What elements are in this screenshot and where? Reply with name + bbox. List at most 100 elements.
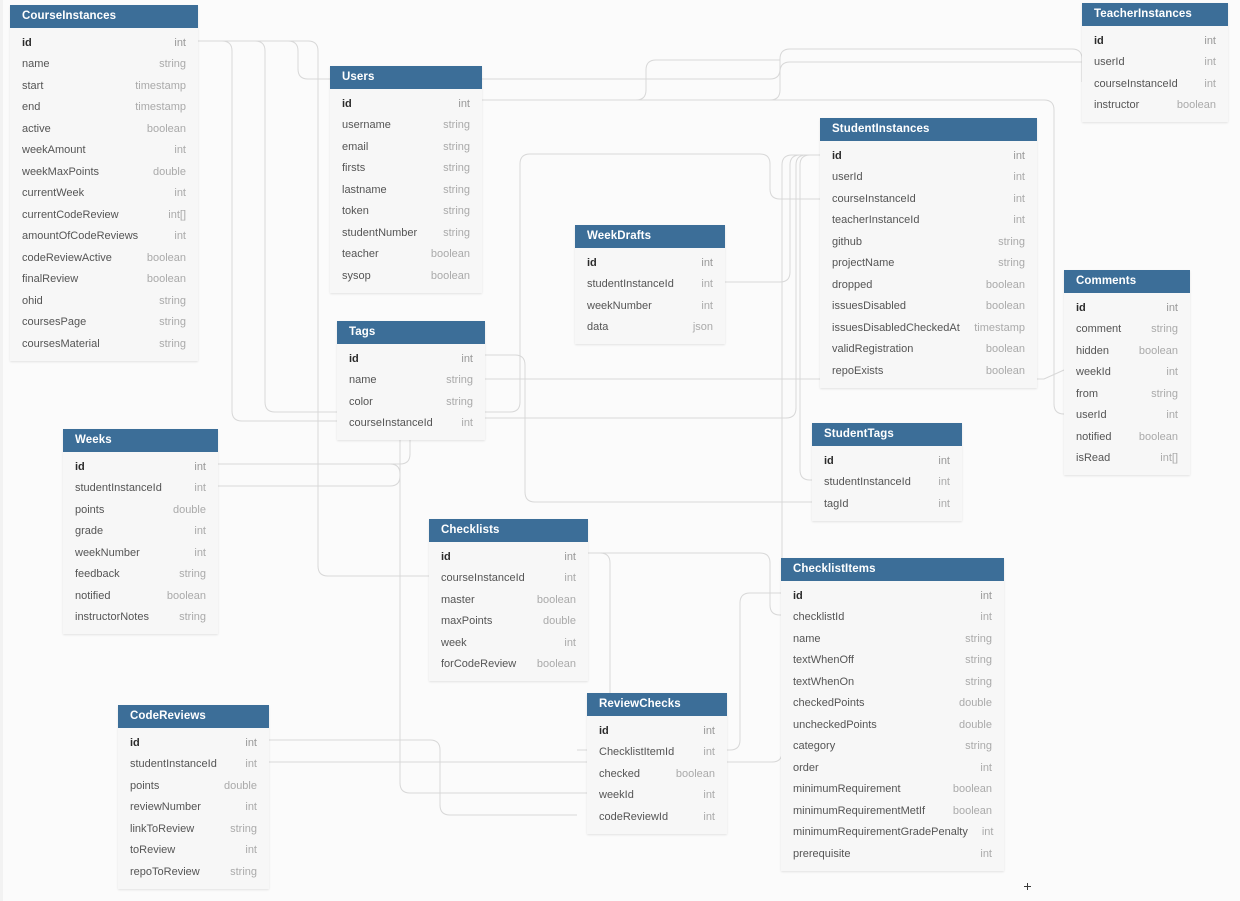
entity-table[interactable]: ReviewChecks id int ChecklistItemId int check… [587,693,727,834]
field-name: id [587,256,597,269]
field-row: currentWeek int [10,183,198,205]
entity-table[interactable]: WeekDrafts id int studentInstanceId int weekN… [575,225,725,344]
field-row: checkedPoints double [781,693,1004,715]
entity-table[interactable]: ChecklistItems id int checklistId int name str… [781,558,1004,871]
field-name: validRegistration [832,343,914,356]
field-type: timestamp [135,101,186,114]
entity-table[interactable]: Checklists id int courseInstanceId int master… [429,519,588,681]
field-row: issuesDisabledCheckedAt timestamp [820,317,1037,339]
entity-field-list: id int userId int courseInstanceId int instruc… [1082,26,1228,122]
field-name: notified [1076,430,1112,443]
field-row: from string [1064,383,1190,405]
field-type: string [230,822,257,835]
field-type: boolean [985,300,1025,313]
cursor-marker [1024,883,1031,890]
field-type: int [461,352,473,365]
field-type: int [194,525,206,538]
field-row: comment string [1064,319,1190,341]
field-name: weekNumber [587,299,652,312]
field-row: courseInstanceId int [1082,73,1228,95]
field-name: ohid [22,294,43,307]
entity-table[interactable]: Users id int username string email string first… [330,66,482,293]
field-name: reviewNumber [130,801,201,814]
field-name: tagId [824,497,849,510]
primary-key-field-row: id int [10,32,198,54]
field-row: email string [330,136,482,158]
field-name: lastname [342,183,387,196]
entity-table-title: StudentTags [812,423,962,446]
primary-key-field-row: id int [587,720,727,742]
field-row: minimumRequirementMetIf boolean [781,800,1004,822]
field-name: minimumRequirementGradePenalty [793,826,968,839]
primary-key-field-row: id int [812,450,962,472]
field-name: forCodeReview [441,658,517,671]
entity-table[interactable]: StudentTags id int studentInstanceId int tagI… [812,423,962,521]
entity-table[interactable]: TeacherInstances id int userId int courseInst… [1082,3,1228,122]
field-name: color [349,395,373,408]
field-type: double [958,697,992,710]
field-name: order [793,761,819,774]
primary-key-field-row: id int [337,348,485,370]
field-type: boolean [675,767,715,780]
entity-table[interactable]: StudentInstances id int userId int courseInst… [820,118,1037,388]
field-row: textWhenOff string [781,650,1004,672]
field-type: string [446,374,473,387]
entity-table[interactable]: Tags id int name string color string courseInst… [337,321,485,440]
field-type: boolean [536,593,576,606]
field-type: int [174,230,186,243]
primary-key-field-row: id int [820,145,1037,167]
field-type: string [159,316,186,329]
field-name: courseInstanceId [1094,77,1178,90]
field-type: boolean [985,364,1025,377]
field-row: reviewNumber int [118,797,269,819]
primary-key-field-row: id int [781,585,1004,607]
field-name: notified [75,589,111,602]
field-type: int [194,460,206,473]
field-name: weekId [599,789,634,802]
field-row: codeReviewActive boolean [10,247,198,269]
field-name: hidden [1076,344,1110,357]
field-type: boolean [146,251,186,264]
field-name: end [22,101,41,114]
field-name: week [441,636,467,649]
field-type: double [172,503,206,516]
entity-table[interactable]: CourseInstances id int name string start times… [10,5,198,361]
field-type: int [245,736,257,749]
field-name: sysop [342,269,371,282]
field-name: toReview [130,844,176,857]
field-type: int [981,826,994,839]
field-name: master [441,593,475,606]
field-name: instructorNotes [75,611,149,624]
erd-canvas[interactable]: CourseInstances id int name string start times… [0,0,1240,901]
field-name: start [22,79,44,92]
field-type: string [443,183,470,196]
field-type: string [443,119,470,132]
primary-key-field-row: id int [63,456,218,478]
field-type: int [701,278,713,291]
primary-key-field-row: id int [575,252,725,274]
field-name: id [1094,34,1104,47]
field-name: data [587,321,609,334]
field-type: string [965,632,992,645]
field-type: boolean [985,343,1025,356]
field-name: id [22,36,32,49]
entity-table[interactable]: Comments id int comment string hidden boolean w… [1064,270,1190,475]
field-row: weekId int [587,785,727,807]
field-name: amountOfCodeReviews [22,230,139,243]
field-row: maxPoints double [429,611,588,633]
field-row: userId int [1064,405,1190,427]
entity-table-title: CourseInstances [10,5,198,28]
primary-key-field-row: id int [118,732,269,754]
field-row: repoExists boolean [820,360,1037,382]
field-type: string [230,865,257,878]
field-type: string [159,294,186,307]
entity-table[interactable]: Weeks id int studentInstanceId int points doub… [63,429,218,634]
field-row: points double [63,499,218,521]
field-row: name string [10,54,198,76]
field-row: notified boolean [63,585,218,607]
field-type: int [461,417,473,430]
entity-table[interactable]: CodeReviews id int studentInstanceId int poin… [118,705,269,889]
field-row: week int [429,632,588,654]
field-type: string [443,140,470,153]
field-name: weekId [1076,366,1111,379]
